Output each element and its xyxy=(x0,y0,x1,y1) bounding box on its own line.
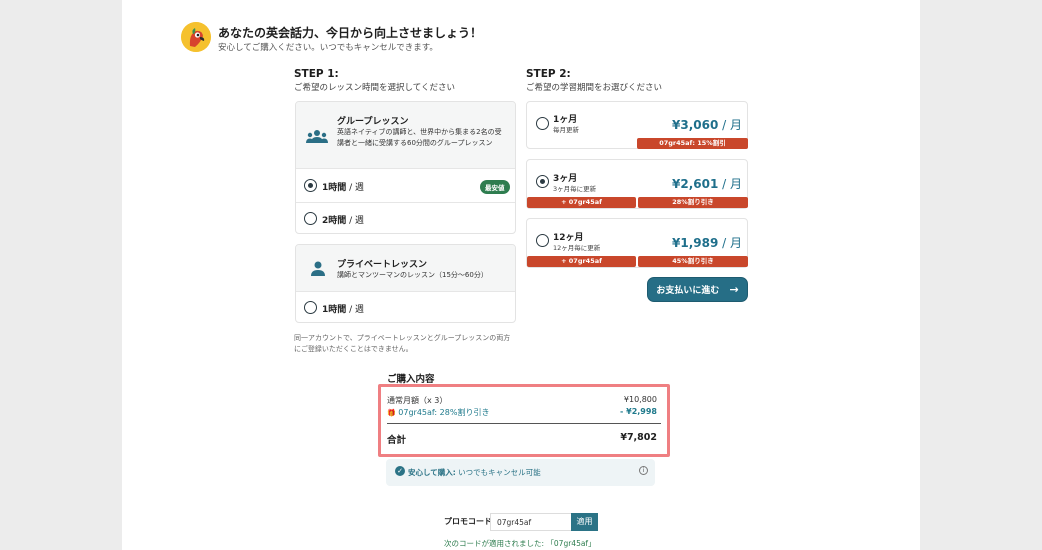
option-per: / 週 xyxy=(346,216,365,226)
regular-price-value: ¥10,800 xyxy=(623,395,657,404)
plan-renewal: 毎月更新 xyxy=(553,126,579,134)
radio-plan-1-month[interactable] xyxy=(536,117,549,130)
summary-title: ご購入内容 xyxy=(387,374,435,385)
mascot-avatar xyxy=(181,22,211,52)
promo-applied-message: 次のコードが適用されました: 「07gr45af」 xyxy=(444,539,596,548)
step1-subtitle: ご希望のレッスン時間を選択してください xyxy=(294,83,455,93)
price-unit: / 月 xyxy=(718,118,742,132)
radio-group-2h[interactable] xyxy=(304,212,317,225)
step1-title: STEP 1: xyxy=(294,68,339,80)
group-option-2h[interactable]: 2時間 / 週 xyxy=(296,202,515,233)
option-per: / 週 xyxy=(346,305,365,315)
private-lesson-name: プライベートレッスン xyxy=(337,260,428,270)
total-label: 合計 xyxy=(387,435,407,446)
option-hours: 1時間 xyxy=(322,305,347,315)
step2-title: STEP 2: xyxy=(526,68,571,80)
option-hours: 1時間 xyxy=(322,183,347,193)
page-title: あなたの英会話力、今日から向上させましょう！ xyxy=(218,26,483,40)
plan-card-1-month[interactable]: 1ヶ月 毎月更新 ¥3,060 / 月 07gr45af: 15%割引 xyxy=(526,101,748,149)
pay-button-label: お支払いに進む xyxy=(656,286,720,296)
summary-divider xyxy=(387,423,661,424)
price-value: ¥3,060 xyxy=(672,118,719,132)
plan-price: ¥1,989 / 月 xyxy=(672,234,742,251)
group-option-1h[interactable]: 1時間 / 週 最安値 xyxy=(296,169,515,202)
plan-price: ¥3,060 / 月 xyxy=(672,116,742,133)
info-icon[interactable]: i xyxy=(639,466,648,475)
check-circle-icon: ✓ xyxy=(395,466,405,476)
group-lesson-description: 英語ネイティブの講師と、世界中から集まる2名の受講者と一緒に受講する60分間のグ… xyxy=(337,128,502,147)
safe-purchase-bold: 安心して購入: xyxy=(408,468,456,477)
safe-purchase-text: いつでもキャンセル可能 xyxy=(455,468,541,477)
promo-tag: + 07gr45af xyxy=(527,256,636,267)
radio-plan-12-months[interactable] xyxy=(536,234,549,247)
discount-label: 07gr45af: 28%割り引き xyxy=(398,408,490,417)
apply-promo-button[interactable]: 適用 xyxy=(571,513,598,531)
person-icon xyxy=(311,261,325,276)
plan-renewal: 12ヶ月毎に更新 xyxy=(553,244,601,252)
step2-subtitle: ご希望の学習期間をお選びください xyxy=(526,83,663,93)
group-lesson-card: グループレッスン 英語ネイティブの講師と、世界中から集まる2名の受講者と一緒に受… xyxy=(295,101,516,234)
option-per: / 週 xyxy=(346,183,365,193)
promo-code-input[interactable] xyxy=(490,513,572,531)
plan-card-3-months[interactable]: 3ヶ月 3ヶ月毎に更新 ¥2,601 / 月 + 07gr45af 28%割り引… xyxy=(526,159,748,209)
promo-code-label: プロモコード xyxy=(444,517,492,526)
radio-private-1h[interactable] xyxy=(304,301,317,314)
radio-group-1h[interactable] xyxy=(304,179,317,192)
private-option-1h[interactable]: 1時間 / 週 xyxy=(296,292,515,322)
plan-renewal: 3ヶ月毎に更新 xyxy=(553,185,597,193)
discount-tag: 45%割り引き xyxy=(638,256,748,267)
safe-purchase-banner: ✓ 安心して購入: いつでもキャンセル可能 i xyxy=(386,459,655,486)
option-hours: 2時間 xyxy=(322,216,347,226)
total-value: ¥7,802 xyxy=(620,432,657,443)
group-lesson-name: グループレッスン xyxy=(337,117,409,127)
order-summary-box: 通常月額（x 3） ¥10,800 🎁 07gr45af: 28%割り引き - … xyxy=(378,384,670,457)
regular-price-label: 通常月額（x 3） xyxy=(387,396,448,405)
group-icon xyxy=(306,128,328,143)
price-unit: / 月 xyxy=(718,236,742,250)
proceed-to-payment-button[interactable]: お支払いに進む → xyxy=(647,277,748,302)
price-value: ¥1,989 xyxy=(672,236,719,250)
radio-plan-3-months[interactable] xyxy=(536,175,549,188)
page-subtitle: 安心してご購入ください。いつでもキャンセルできます。 xyxy=(218,43,438,53)
private-lesson-description: 講師とマンツーマンのレッスン（15分〜60分） xyxy=(337,271,488,279)
discount-tag: 07gr45af: 15%割引 xyxy=(637,138,748,149)
discount-value: - ¥2,998 xyxy=(620,407,657,416)
price-value: ¥2,601 xyxy=(672,177,719,191)
private-lesson-card: プライベートレッスン 講師とマンツーマンのレッスン（15分〜60分） 1時間 /… xyxy=(295,244,516,323)
plan-price: ¥2,601 / 月 xyxy=(672,175,742,192)
plan-card-12-months[interactable]: 12ヶ月 12ヶ月毎に更新 ¥1,989 / 月 + 07gr45af 45%割… xyxy=(526,218,748,268)
enrollment-note: 同一アカウントで、プライベートレッスンとグループレッスンの両方にご登録いただくこ… xyxy=(294,334,511,353)
discount-tag: 28%割り引き xyxy=(638,197,748,208)
price-unit: / 月 xyxy=(718,177,742,191)
arrow-right-icon: → xyxy=(729,283,739,296)
promo-tag: + 07gr45af xyxy=(527,197,636,208)
cheapest-badge: 最安値 xyxy=(480,180,510,194)
gift-icon: 🎁 xyxy=(387,409,396,417)
